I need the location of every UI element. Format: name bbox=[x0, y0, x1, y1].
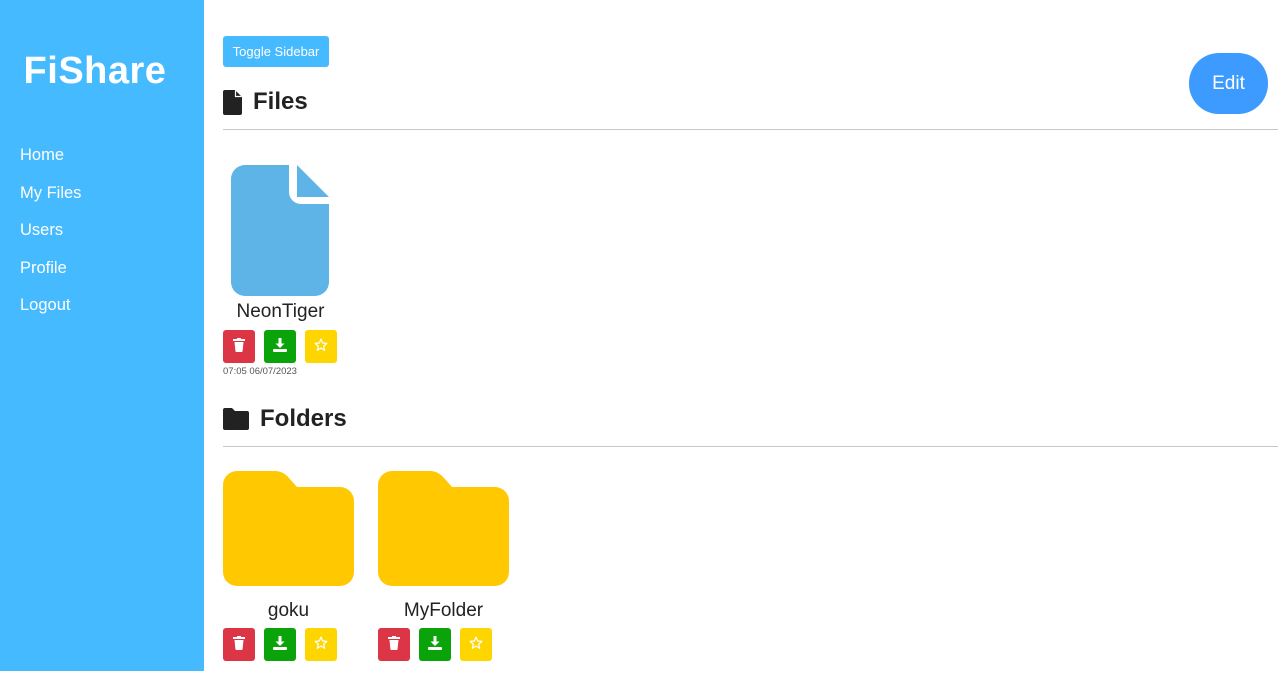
folder-icon[interactable] bbox=[223, 471, 354, 591]
trash-icon bbox=[388, 636, 400, 653]
trash-icon bbox=[233, 636, 245, 653]
folders-heading-text: Folders bbox=[260, 405, 347, 432]
download-button[interactable] bbox=[264, 628, 296, 661]
download-button[interactable] bbox=[264, 330, 296, 363]
document-icon[interactable] bbox=[231, 164, 330, 301]
main-content: Toggle Sidebar Edit Files NeonTiger 07:0… bbox=[223, 0, 1278, 680]
sidebar-item-users[interactable]: Users bbox=[20, 219, 63, 241]
file-name[interactable]: NeonTiger bbox=[223, 301, 338, 323]
delete-button[interactable] bbox=[223, 628, 255, 661]
delete-button[interactable] bbox=[223, 330, 255, 363]
sidebar-item-home[interactable]: Home bbox=[20, 144, 64, 166]
toggle-sidebar-button[interactable]: Toggle Sidebar bbox=[223, 36, 329, 67]
folder-card: goku bbox=[223, 471, 354, 666]
files-heading-text: Files bbox=[253, 88, 308, 115]
delete-button[interactable] bbox=[378, 628, 410, 661]
brand-logo[interactable]: FiShare bbox=[0, 50, 190, 93]
file-icon bbox=[223, 89, 242, 115]
download-icon bbox=[273, 338, 287, 355]
folder-name[interactable]: goku bbox=[223, 600, 354, 622]
file-card: NeonTiger 07:05 06/07/2023 bbox=[223, 164, 343, 384]
folder-name[interactable]: MyFolder bbox=[378, 600, 509, 622]
favorite-button[interactable] bbox=[460, 628, 492, 661]
folder-actions bbox=[378, 628, 492, 661]
file-timestamp: 07:05 06/07/2023 bbox=[223, 366, 297, 377]
files-heading: Files bbox=[223, 88, 308, 116]
sidebar: FiShare Home My Files Users Profile Logo… bbox=[0, 0, 204, 671]
folder-card: MyFolder bbox=[378, 471, 509, 666]
download-button[interactable] bbox=[419, 628, 451, 661]
folders-divider bbox=[223, 446, 1278, 447]
sidebar-item-profile[interactable]: Profile bbox=[20, 257, 67, 279]
sidebar-nav: Home My Files Users Profile Logout bbox=[20, 144, 81, 332]
star-icon bbox=[314, 636, 328, 653]
favorite-button[interactable] bbox=[305, 628, 337, 661]
edit-button[interactable]: Edit bbox=[1189, 53, 1268, 114]
download-icon bbox=[273, 636, 287, 653]
file-actions bbox=[223, 330, 337, 363]
folder-actions bbox=[223, 628, 337, 661]
folders-heading: Folders bbox=[223, 405, 347, 433]
sidebar-item-logout[interactable]: Logout bbox=[20, 294, 70, 316]
download-icon bbox=[428, 636, 442, 653]
star-icon bbox=[314, 338, 328, 355]
trash-icon bbox=[233, 338, 245, 355]
folder-icon bbox=[223, 408, 249, 430]
star-icon bbox=[469, 636, 483, 653]
folder-icon[interactable] bbox=[378, 471, 509, 591]
favorite-button[interactable] bbox=[305, 330, 337, 363]
sidebar-item-my-files[interactable]: My Files bbox=[20, 182, 81, 204]
files-divider bbox=[223, 129, 1278, 130]
